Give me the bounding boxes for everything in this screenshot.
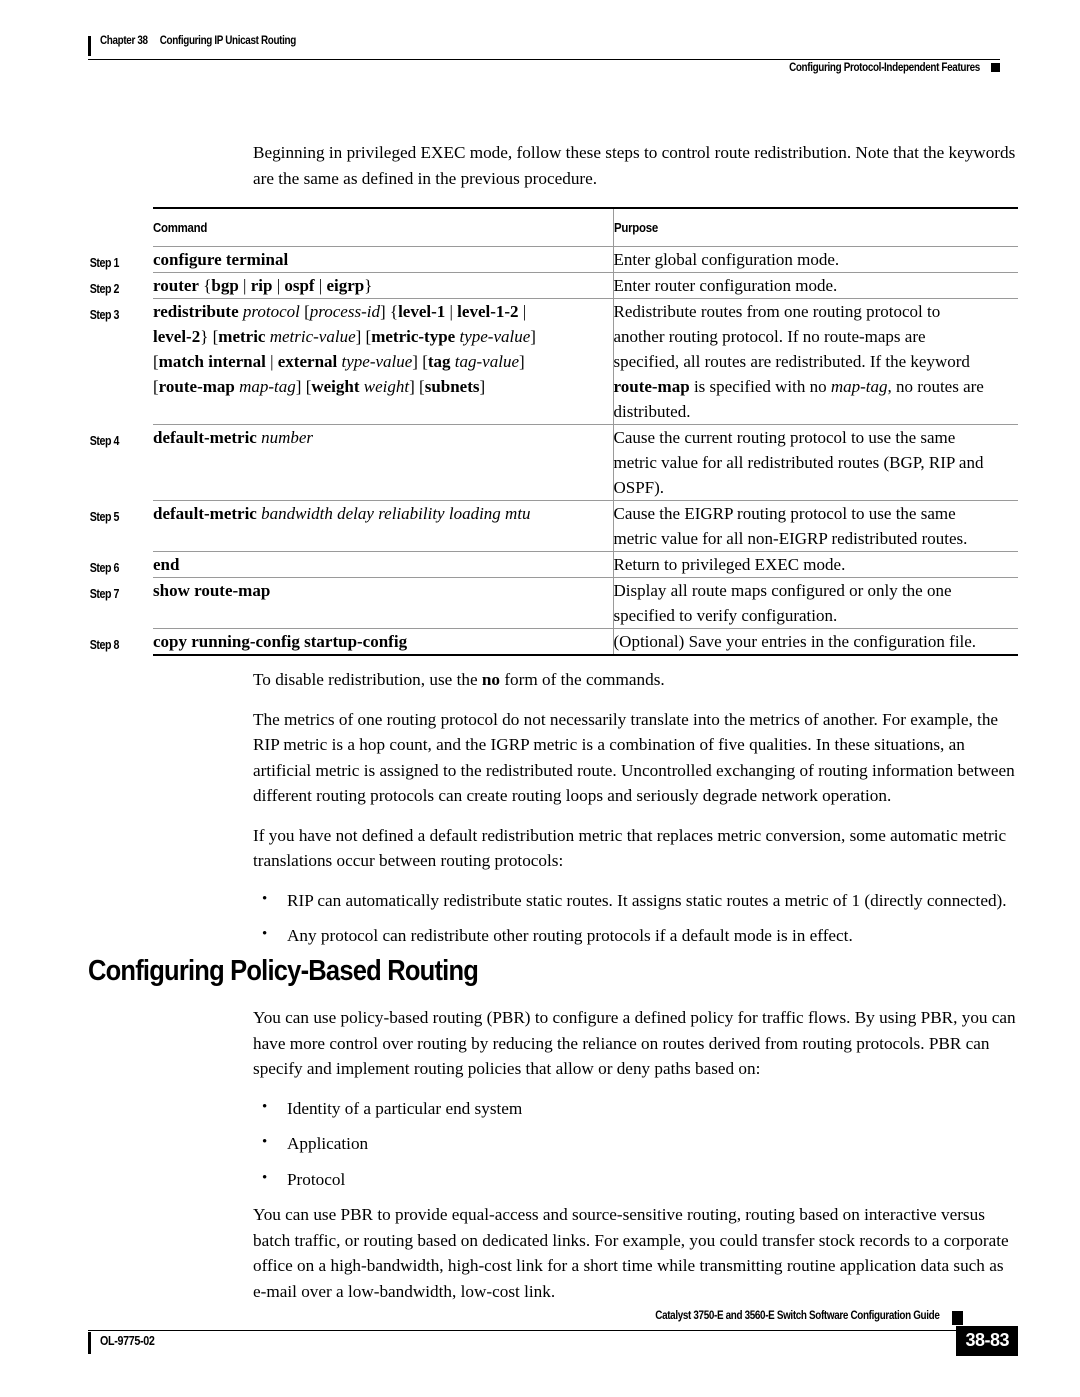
table-row: Step 4 default-metric number Cause the c… — [88, 424, 1018, 501]
purpose-cell: Cause the current routing protocol to us… — [613, 424, 1018, 501]
table-header-row: Command Purpose — [88, 207, 1018, 247]
pbr-block: You can use policy-based routing (PBR) t… — [253, 1005, 1018, 1318]
footer-doc-id: OL-9775-02 — [100, 1334, 155, 1348]
command-cell: configure terminal — [153, 246, 614, 273]
step-label: Step 1 — [89, 255, 120, 270]
disable-redistribution-paragraph: To disable redistribution, use the no fo… — [253, 670, 665, 689]
bullet-icon: • — [262, 926, 268, 942]
document-page: Chapter 38 Configuring IP Unicast Routing… — [0, 0, 1080, 1397]
bullet-icon: • — [262, 1098, 268, 1115]
table-row: Step 7 show route-map Display all route … — [88, 577, 1018, 629]
pbr-usage-paragraph: You can use PBR to provide equal-access … — [253, 1205, 1009, 1301]
list-item: • Protocol — [253, 1167, 1018, 1193]
bullet-icon: • — [262, 1169, 268, 1186]
header-rule — [88, 59, 1000, 60]
command-cell: default-metric number — [153, 424, 614, 501]
command-cell: router {bgp | rip | ospf | eigrp} — [153, 272, 614, 299]
list-item-text: Protocol — [287, 1169, 346, 1189]
column-header-command: Command — [153, 207, 614, 247]
column-header-purpose-label: Purpose — [613, 220, 658, 235]
footer-guide-title: Catalyst 3750-E and 3560-E Switch Softwa… — [655, 1310, 941, 1322]
list-item: • Identity of a particular end system — [253, 1096, 1018, 1122]
list-item-text: Application — [287, 1134, 369, 1153]
purpose-cell: Enter router configuration mode. — [613, 272, 1018, 299]
step-label: Step 3 — [89, 307, 120, 322]
purpose-cell: Redistribute routes from one routing pro… — [613, 298, 1018, 425]
command-cell: redistribute protocol [process-id] {leve… — [153, 298, 614, 425]
chapter-number: Chapter 38 — [100, 35, 148, 47]
command-cell: end — [153, 551, 614, 578]
chapter-title: Configuring IP Unicast Routing — [159, 35, 297, 47]
metric-translation-list: • RIP can automatically redistribute stat… — [253, 888, 1018, 949]
intro-paragraph: Beginning in privileged EXEC mode, follo… — [253, 143, 1016, 188]
steps-table: Command Purpose Step 1 configure termina… — [88, 207, 1018, 656]
step-label: Step 6 — [89, 560, 120, 575]
pbr-criteria-list: • Identity of a particular end system • Ap… — [253, 1096, 1018, 1193]
step-label: Step 5 — [89, 509, 120, 524]
step-label: Step 8 — [89, 637, 120, 652]
metrics-paragraph: The metrics of one routing protocol do n… — [253, 709, 1015, 806]
page-footer: Catalyst 3750-E and 3560-E Switch Softwa… — [88, 1310, 1018, 1370]
running-head-left: Chapter 38 Configuring IP Unicast Routing — [100, 35, 296, 47]
list-item: • RIP can automatically redistribute stat… — [253, 888, 1018, 914]
list-item: • Application — [253, 1131, 1018, 1157]
purpose-cell: Return to privileged EXEC mode. — [613, 551, 1018, 578]
list-item-text: Identity of a particular end system — [287, 1098, 523, 1118]
table-row: Step 6 end Return to privileged EXEC mod… — [88, 551, 1018, 578]
table-row: Step 3 redistribute protocol [process-id… — [88, 298, 1018, 425]
list-item-text: RIP can automatically redistribute stati… — [287, 890, 1007, 910]
default-metric-paragraph: If you have not defined a default redist… — [253, 825, 1007, 871]
running-head: Chapter 38 Configuring IP Unicast Routing… — [88, 34, 1000, 82]
command-cell: default-metric bandwidth delay reliabili… — [153, 500, 614, 552]
step-label: Step 2 — [89, 281, 120, 296]
table-row: Step 8 copy running-config startup-confi… — [88, 628, 1018, 656]
footer-tick-mark — [88, 1332, 91, 1354]
list-item-text: Any protocol can redistribute other rout… — [287, 926, 853, 945]
intro-block: Beginning in privileged EXEC mode, follo… — [253, 140, 1018, 205]
table-row: Step 1 configure terminal Enter global c… — [88, 246, 1018, 273]
running-head-section: Configuring Protocol-Independent Feature… — [789, 62, 980, 74]
header-step-spacer — [88, 208, 153, 247]
table-row: Step 5 default-metric bandwidth delay re… — [88, 500, 1018, 552]
after-table-block: To disable redistribution, use the no fo… — [253, 667, 1018, 959]
step-label: Step 7 — [89, 586, 120, 601]
bullet-icon: • — [262, 1134, 268, 1150]
pbr-intro-paragraph: You can use policy-based routing (PBR) t… — [253, 1008, 1016, 1078]
command-cell: show route-map — [153, 577, 614, 629]
steps-table-wrapper: Command Purpose Step 1 configure termina… — [88, 207, 1018, 656]
column-header-command-label: Command — [153, 220, 208, 235]
footer-rule — [88, 1330, 968, 1331]
command-cell: copy running-config startup-config — [153, 628, 614, 656]
column-header-purpose: Purpose — [613, 207, 1018, 247]
footer-page-number: 38-83 — [956, 1326, 1018, 1356]
header-square-marker — [991, 63, 1000, 72]
footer-square-marker — [952, 1311, 963, 1325]
purpose-cell: (Optional) Save your entries in the conf… — [613, 628, 1018, 656]
list-item: • Any protocol can redistribute other rou… — [253, 923, 1018, 949]
header-tick-mark — [88, 36, 91, 56]
step-label: Step 4 — [89, 433, 120, 448]
table-row: Step 2 router {bgp | rip | ospf | eigrp}… — [88, 272, 1018, 299]
purpose-cell: Cause the EIGRP routing protocol to use … — [613, 500, 1018, 552]
purpose-cell: Enter global configuration mode. — [613, 246, 1018, 273]
page-title: Configuring Policy-Based Routing — [88, 955, 479, 987]
bullet-icon: • — [262, 890, 268, 907]
purpose-cell: Display all route maps configured or onl… — [613, 577, 1018, 629]
